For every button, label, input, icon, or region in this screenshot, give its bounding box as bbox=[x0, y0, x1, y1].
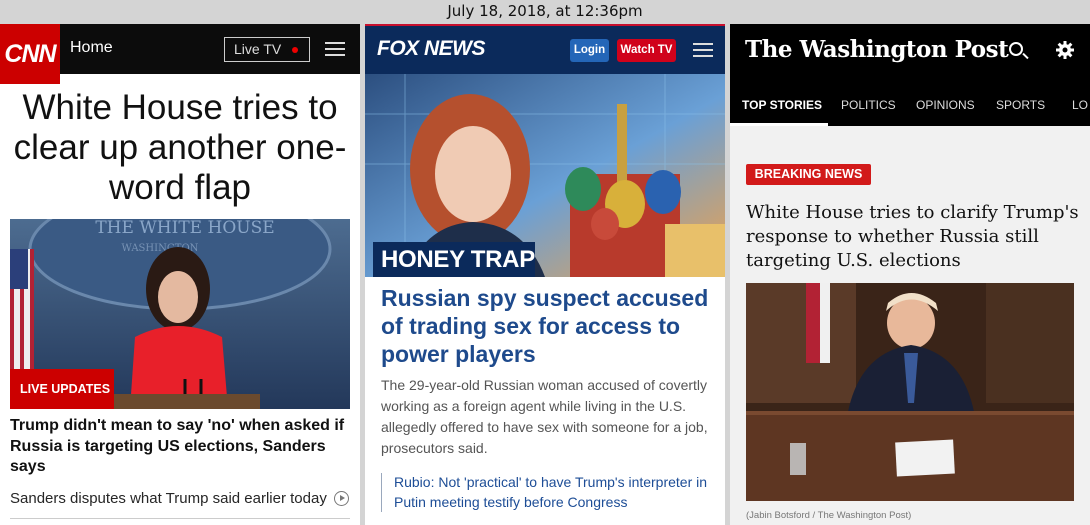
tab-local[interactable]: LO bbox=[1072, 98, 1088, 112]
wapo-logo[interactable]: The Washington Post bbox=[745, 36, 1009, 63]
play-icon[interactable] bbox=[334, 491, 349, 506]
sign-text: THE WHITE HOUSE bbox=[95, 219, 274, 238]
cnn-header: CNN Home Live TV bbox=[0, 24, 360, 84]
fox-logo[interactable]: FOX NEWS bbox=[377, 37, 486, 61]
cnn-headline[interactable]: White House tries to clear up another on… bbox=[8, 88, 352, 208]
gear-icon[interactable] bbox=[1056, 41, 1074, 59]
active-tab-indicator bbox=[730, 123, 828, 126]
watch-tv-button[interactable]: Watch TV bbox=[617, 39, 676, 62]
trump-table-illustration bbox=[746, 283, 1074, 501]
cnn-logo[interactable]: CNN bbox=[0, 24, 60, 84]
fox-headline[interactable]: Russian spy suspect accused of trading s… bbox=[381, 284, 711, 368]
fox-related-link[interactable]: Rubio: Not 'practical' to have Trump's i… bbox=[381, 473, 711, 512]
wapo-headline[interactable]: White House tries to clarify Trump's res… bbox=[746, 201, 1081, 273]
live-tv-button[interactable]: Live TV bbox=[224, 37, 310, 62]
section-nav: TOP STORIES POLITICS OPINIONS SPORTS LO bbox=[730, 92, 1090, 126]
fox-summary: The 29-year-old Russian woman accused of… bbox=[381, 377, 708, 456]
tab-politics[interactable]: POLITICS bbox=[841, 98, 896, 112]
cnn-panel: CNN Home Live TV White House tries to cl… bbox=[0, 24, 360, 525]
menu-icon[interactable] bbox=[693, 43, 713, 57]
live-updates-badge[interactable]: LIVE UPDATES bbox=[10, 369, 114, 409]
tab-opinions[interactable]: OPINIONS bbox=[916, 98, 975, 112]
cnn-related-link[interactable]: Sanders disputes what Trump said earlier… bbox=[10, 490, 355, 507]
trump-photo[interactable] bbox=[746, 283, 1074, 501]
tab-sports[interactable]: SPORTS bbox=[996, 98, 1045, 112]
search-icon[interactable] bbox=[1009, 42, 1023, 56]
menu-icon[interactable] bbox=[325, 42, 345, 56]
screenshot-timestamp: July 18, 2018, at 12:36pm bbox=[447, 2, 643, 20]
breaking-news-badge: BREAKING NEWS bbox=[746, 164, 871, 185]
foxnews-panel: FOX NEWS Login Watch TV HONEY TRAP Russi… bbox=[365, 24, 725, 525]
washingtonpost-panel: The Washington Post TOP STORIES POLITICS… bbox=[730, 24, 1090, 525]
honey-trap-kicker[interactable]: HONEY TRAP bbox=[373, 242, 535, 277]
photo-caption: (Jabin Botsford / The Washington Post) bbox=[746, 510, 912, 521]
login-button[interactable]: Login bbox=[570, 39, 609, 62]
live-dot-icon bbox=[292, 47, 298, 53]
live-tv-label: Live TV bbox=[234, 41, 282, 57]
cnn-subheadline[interactable]: Trump didn't mean to say 'no' when asked… bbox=[10, 416, 355, 478]
wapo-header: The Washington Post TOP STORIES POLITICS… bbox=[730, 24, 1090, 126]
nav-home-link[interactable]: Home bbox=[70, 39, 113, 57]
tab-top-stories[interactable]: TOP STORIES bbox=[742, 98, 822, 112]
fox-header: FOX NEWS Login Watch TV bbox=[365, 24, 725, 74]
divider bbox=[10, 518, 350, 519]
